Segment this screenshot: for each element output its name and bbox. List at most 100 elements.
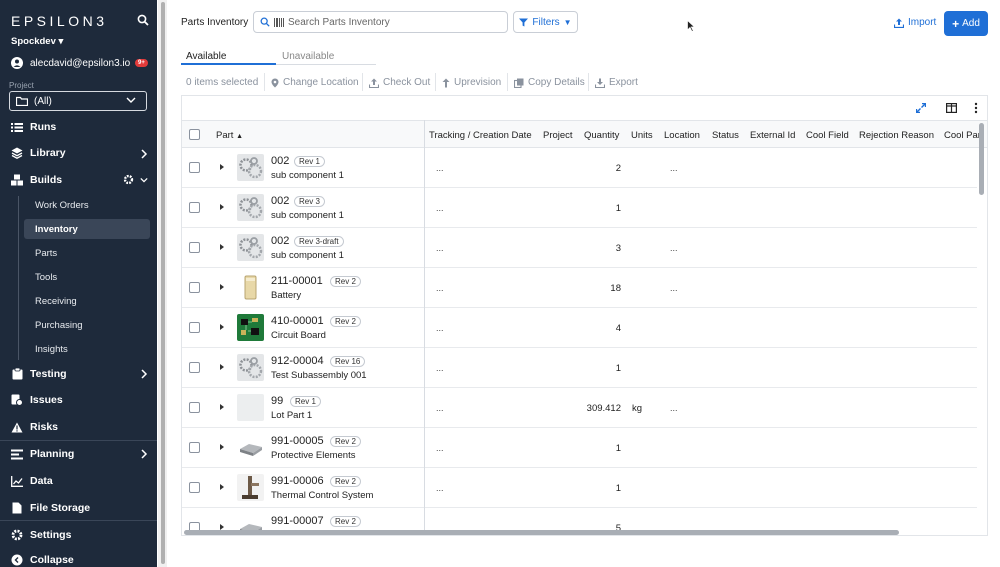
nav-runs[interactable]: Runs	[11, 121, 56, 133]
org-switcher[interactable]: Spockdev ▾	[11, 36, 63, 47]
nav-receiving[interactable]: Receiving	[35, 296, 77, 307]
part-number[interactable]: 410-00001	[271, 315, 324, 327]
table-row[interactable]: 002 Rev 1 sub component 1... 2...	[182, 148, 977, 188]
part-number[interactable]: 002	[271, 235, 289, 247]
app-logo[interactable]: EPSILON3	[11, 13, 107, 29]
part-number[interactable]: 991-00006	[271, 475, 324, 487]
part-number[interactable]: 002	[271, 155, 289, 167]
expand-icon[interactable]	[916, 103, 926, 113]
row-checkbox[interactable]	[189, 202, 200, 213]
table-row[interactable]: 211-00001 Rev 2 Battery... 18...	[182, 268, 977, 308]
expand-row-icon[interactable]	[220, 204, 224, 210]
chevron-right-icon[interactable]	[140, 149, 148, 159]
expand-row-icon[interactable]	[220, 364, 224, 370]
horizontal-scrollbar[interactable]	[184, 530, 899, 535]
nav-library[interactable]: Library	[11, 147, 66, 159]
table-row[interactable]: 912-00004 Rev 16 Test Subassembly 001... 1	[182, 348, 977, 388]
expand-row-icon[interactable]	[220, 284, 224, 290]
table-row[interactable]: 99 Rev 1 Lot Part 1... 309.412 kg...	[182, 388, 977, 428]
import-button[interactable]: Import	[894, 17, 936, 28]
change-location-button[interactable]: Change Location	[271, 77, 359, 88]
select-all-checkbox[interactable]	[189, 129, 200, 140]
row-checkbox[interactable]	[189, 482, 200, 493]
nav-parts[interactable]: Parts	[35, 248, 57, 259]
search-input[interactable]: Search Parts Inventory	[253, 11, 508, 33]
nav-work-orders[interactable]: Work Orders	[35, 200, 89, 211]
nav-inventory[interactable]: Inventory	[35, 224, 78, 235]
column-header-status[interactable]: Status	[712, 130, 739, 141]
tracking-cell: ...	[436, 243, 444, 253]
columns-icon[interactable]	[946, 103, 957, 113]
row-checkbox[interactable]	[189, 282, 200, 293]
search-icon[interactable]	[137, 14, 149, 26]
part-number[interactable]: 912-00004	[271, 355, 324, 367]
sidebar-scrollbar[interactable]	[161, 2, 165, 564]
expand-row-icon[interactable]	[220, 324, 224, 330]
part-number[interactable]: 211-00001	[271, 275, 323, 287]
expand-row-icon[interactable]	[220, 484, 224, 490]
user-menu[interactable]: alecdavid@epsilon3.io	[11, 57, 130, 69]
more-options-icon[interactable]	[974, 102, 978, 114]
column-header-external-id[interactable]: External Id	[750, 130, 795, 141]
part-number[interactable]: 991-00007	[271, 515, 324, 527]
copy-details-button[interactable]: Copy Details	[514, 77, 585, 88]
part-number[interactable]: 99	[271, 395, 283, 407]
nav-testing[interactable]: Testing	[11, 368, 67, 380]
part-number[interactable]: 991-00005	[271, 435, 324, 447]
nav-planning[interactable]: Planning	[11, 448, 74, 460]
nav-collapse[interactable]: Collapse	[11, 554, 74, 566]
uprevision-button[interactable]: Uprevision	[442, 77, 501, 88]
expand-row-icon[interactable]	[220, 164, 224, 170]
column-header-location[interactable]: Location	[664, 130, 700, 141]
part-thumbnail	[237, 474, 264, 501]
column-header-part[interactable]: Part ▲	[216, 130, 243, 141]
export-button[interactable]: Export	[595, 77, 638, 88]
top-bar: Parts Inventory Search Parts Inventory F…	[167, 0, 1000, 45]
nav-tools[interactable]: Tools	[35, 272, 57, 283]
gear-icon[interactable]	[123, 174, 134, 185]
column-header-units[interactable]: Units	[631, 130, 653, 141]
chevron-right-icon[interactable]	[140, 449, 148, 459]
nav-purchasing[interactable]: Purchasing	[35, 320, 83, 331]
tab-unavailable[interactable]: Unavailable	[282, 51, 334, 62]
table-row[interactable]: 002 Rev 3 sub component 1... 1	[182, 188, 977, 228]
vertical-scrollbar[interactable]	[979, 123, 984, 195]
tab-available[interactable]: Available	[186, 51, 226, 62]
expand-row-icon[interactable]	[220, 404, 224, 410]
table-row[interactable]: 002 Rev 3-draft sub component 1... 3...	[182, 228, 977, 268]
column-header-tracking[interactable]: Tracking / Creation Date	[429, 130, 532, 141]
column-header-cool-partial[interactable]: Cool Par	[944, 130, 981, 141]
column-header-quantity[interactable]: Quantity	[584, 130, 619, 141]
table-row[interactable]: 410-00001 Rev 2 Circuit Board... 4	[182, 308, 977, 348]
filters-button[interactable]: Filters ▼	[513, 11, 578, 33]
column-header-cool-field[interactable]: Cool Field	[806, 130, 849, 141]
project-select[interactable]: (All)	[9, 91, 147, 111]
boxes-icon	[11, 174, 23, 186]
part-number[interactable]: 002	[271, 195, 289, 207]
chevron-down-icon[interactable]	[140, 175, 148, 185]
row-checkbox[interactable]	[189, 402, 200, 413]
nav-data[interactable]: Data	[11, 475, 53, 487]
quantity-cell: 18	[610, 283, 621, 294]
expand-row-icon[interactable]	[220, 444, 224, 450]
row-checkbox[interactable]	[189, 442, 200, 453]
nav-risks[interactable]: Risks	[11, 421, 58, 433]
row-checkbox[interactable]	[189, 322, 200, 333]
row-checkbox[interactable]	[189, 162, 200, 173]
column-header-project[interactable]: Project	[543, 130, 573, 141]
check-out-button[interactable]: Check Out	[369, 77, 430, 88]
add-button[interactable]: + Add	[944, 11, 988, 36]
table-row[interactable]: 991-00005 Rev 2 Protective Elements... 1	[182, 428, 977, 468]
column-header-rejection-reason[interactable]: Rejection Reason	[859, 130, 934, 141]
nav-insights[interactable]: Insights	[35, 344, 68, 355]
chevron-right-icon[interactable]	[140, 369, 148, 379]
row-checkbox[interactable]	[189, 242, 200, 253]
nav-file-storage[interactable]: File Storage	[11, 502, 90, 514]
row-checkbox[interactable]	[189, 362, 200, 373]
expand-row-icon[interactable]	[220, 244, 224, 250]
notification-badge[interactable]: 9+	[135, 59, 148, 67]
nav-issues[interactable]: Issues	[11, 394, 63, 406]
nav-settings[interactable]: Settings	[11, 529, 71, 541]
table-row[interactable]: 991-00006 Rev 2 Thermal Control System... 1	[182, 468, 977, 508]
nav-builds[interactable]: Builds	[11, 174, 62, 186]
